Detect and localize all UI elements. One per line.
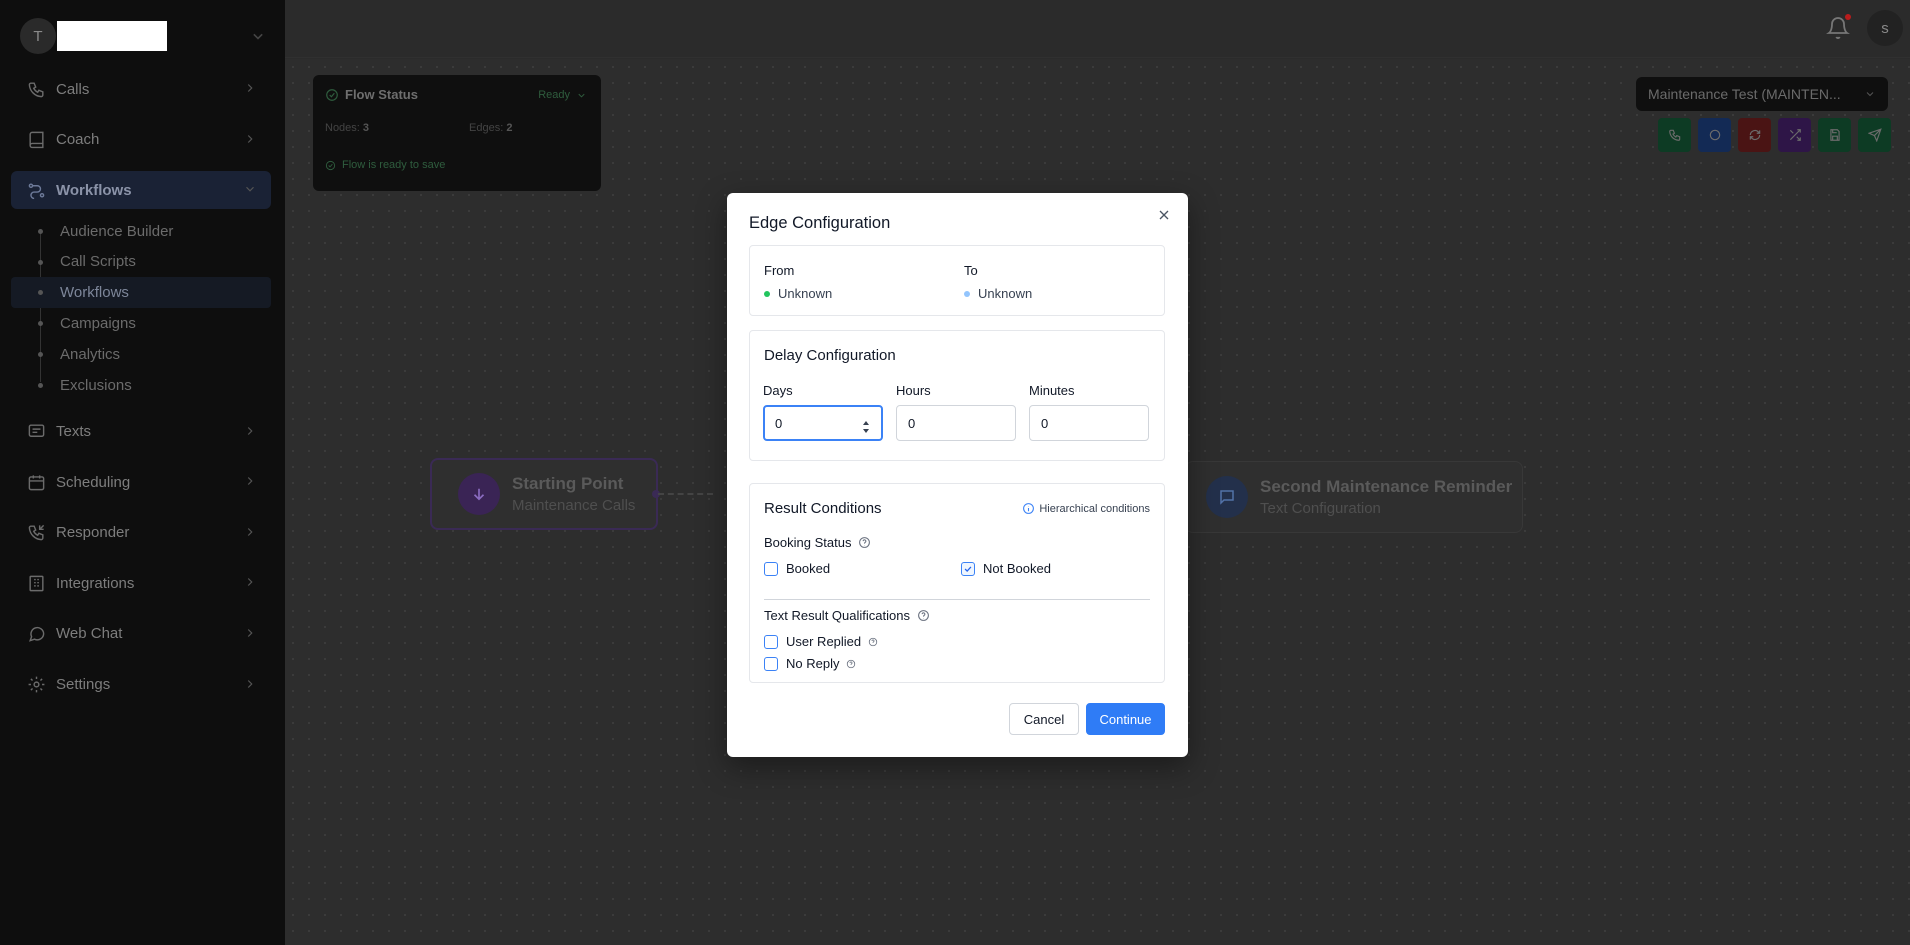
no-reply-checkbox[interactable] [764, 656, 778, 671]
from-to-card: From Unknown To Unknown [749, 245, 1165, 316]
booked-label: Booked [786, 561, 831, 576]
delay-title: Delay Configuration [764, 347, 896, 364]
to-value: Unknown [964, 286, 1032, 301]
help-circle-icon[interactable] [858, 536, 871, 549]
dialog-title: Edge Configuration [749, 214, 891, 232]
user-replied-checkbox[interactable] [764, 634, 778, 649]
to-section: To Unknown [964, 263, 1032, 301]
days-field: Days [763, 383, 883, 441]
delay-configuration-card: Delay Configuration Days Hours Minutes [749, 330, 1165, 461]
booked-checkbox-row[interactable]: Booked [764, 561, 830, 576]
text-result-label: Text Result Qualifications [764, 608, 930, 623]
from-label: From [764, 263, 795, 278]
hierarchical-conditions-hint: Hierarchical conditions [1022, 502, 1150, 515]
hours-field: Hours [896, 383, 1016, 441]
days-label: Days [763, 383, 793, 398]
hierarchical-label: Hierarchical conditions [1039, 502, 1150, 515]
not-booked-checkbox-row[interactable]: Not Booked [961, 561, 1051, 576]
no-reply-checkbox-row[interactable]: No Reply [764, 656, 856, 671]
booking-status-text: Booking Status [764, 535, 852, 550]
check-icon [964, 565, 972, 572]
from-value-text: Unknown [778, 286, 833, 301]
result-conditions-card: Result Conditions Hierarchical condition… [749, 483, 1165, 683]
spinner-icon[interactable] [862, 419, 870, 435]
minutes-field: Minutes [1029, 383, 1149, 441]
not-booked-label: Not Booked [983, 561, 1051, 576]
help-circle-icon[interactable] [846, 659, 856, 669]
result-title: Result Conditions [764, 500, 882, 517]
from-value: Unknown [764, 286, 832, 301]
hours-input[interactable] [896, 405, 1016, 441]
no-reply-label: No Reply [786, 656, 840, 671]
close-icon[interactable] [1156, 207, 1172, 223]
user-replied-checkbox-row[interactable]: User Replied [764, 634, 878, 649]
user-replied-label: User Replied [786, 634, 862, 649]
text-result-text: Text Result Qualifications [764, 608, 910, 623]
booked-checkbox[interactable] [764, 561, 778, 576]
not-booked-checkbox[interactable] [961, 561, 975, 576]
to-value-text: Unknown [978, 286, 1033, 301]
from-section: From Unknown [764, 263, 832, 301]
divider [764, 599, 1150, 600]
continue-button[interactable]: Continue [1086, 703, 1165, 735]
hours-label: Hours [896, 383, 931, 398]
minutes-label: Minutes [1029, 383, 1075, 398]
minutes-input[interactable] [1029, 405, 1149, 441]
edge-configuration-dialog: Edge Configuration From Unknown To Unkno… [727, 193, 1188, 757]
info-icon [1023, 503, 1035, 514]
help-circle-icon[interactable] [917, 609, 930, 622]
booking-status-label: Booking Status [764, 535, 871, 550]
cancel-button[interactable]: Cancel [1009, 703, 1079, 735]
to-label: To [964, 263, 978, 278]
help-circle-icon[interactable] [868, 637, 878, 647]
from-dot [764, 290, 770, 297]
to-dot [964, 290, 970, 297]
